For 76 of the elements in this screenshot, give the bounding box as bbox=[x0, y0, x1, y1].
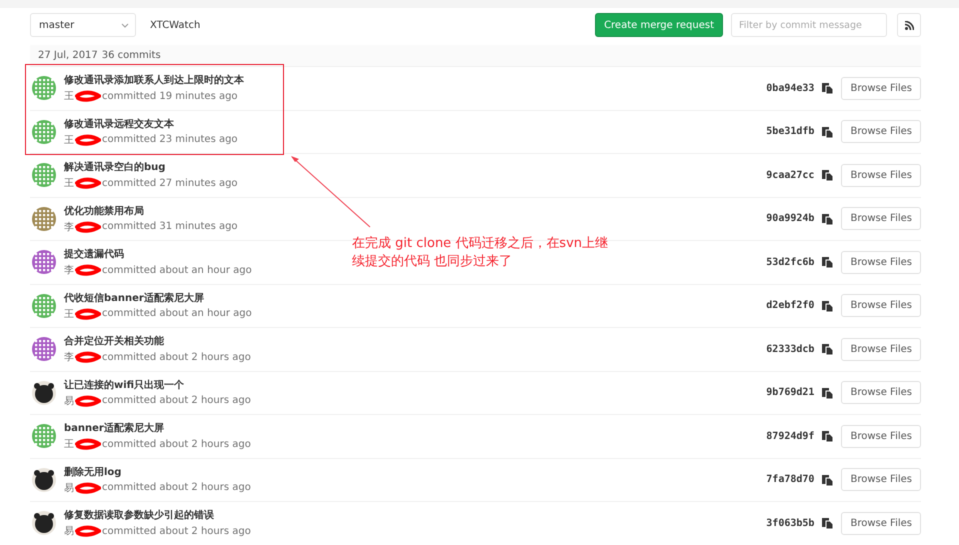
commit-title[interactable]: 解决通讯录空白的bug bbox=[64, 160, 166, 174]
browse-files-button[interactable]: Browse Files bbox=[841, 424, 921, 448]
commit-time: committed about 2 hours ago bbox=[102, 482, 251, 494]
author-name: 易 bbox=[64, 394, 74, 408]
browse-files-button[interactable]: Browse Files bbox=[841, 468, 921, 492]
copy-icon[interactable] bbox=[822, 474, 834, 486]
browse-files-button[interactable]: Browse Files bbox=[841, 338, 921, 361]
browse-files-button[interactable]: Browse Files bbox=[841, 250, 921, 274]
commit-count: 36 commits bbox=[102, 50, 161, 61]
commit-sha[interactable]: 9caa27cc bbox=[766, 170, 814, 181]
project-name: XTCWatch bbox=[150, 20, 202, 30]
commit-time: committed about an hour ago bbox=[102, 264, 252, 276]
copy-icon[interactable] bbox=[822, 169, 834, 182]
commit-time: committed 27 minutes ago bbox=[102, 178, 238, 189]
commit-title[interactable]: banner适配索尼大屏 bbox=[64, 421, 164, 436]
copy-icon[interactable] bbox=[822, 256, 834, 268]
browse-files-button[interactable]: Browse Files bbox=[841, 164, 921, 187]
browse-files-button[interactable]: Browse Files bbox=[841, 120, 921, 144]
author-name: 易 bbox=[64, 525, 74, 538]
author-name: 易 bbox=[64, 482, 74, 495]
copy-icon[interactable] bbox=[822, 343, 834, 356]
rss-button[interactable] bbox=[897, 13, 921, 37]
commit-time: committed about 2 hours ago bbox=[102, 352, 251, 363]
copy-icon[interactable] bbox=[822, 126, 834, 138]
browse-files-button[interactable]: Browse Files bbox=[841, 294, 921, 318]
browse-files-button[interactable]: Browse Files bbox=[841, 76, 921, 100]
copy-icon[interactable] bbox=[822, 212, 834, 225]
commit-title[interactable]: 删除无用log bbox=[64, 464, 122, 479]
author-name: 王 bbox=[64, 177, 74, 190]
annotation-note: 在完成 git clone 代码迁移之后，在svn上继续提交的代码 也同步过来了 bbox=[352, 235, 610, 271]
commit-time: committed 31 minutes ago bbox=[102, 221, 238, 232]
copy-icon[interactable] bbox=[822, 300, 834, 312]
commit-sha[interactable]: 62333dcb bbox=[766, 344, 814, 355]
filter-field[interactable]: Filter by commit message bbox=[731, 13, 887, 37]
commit-time: committed about an hour ago bbox=[102, 308, 252, 320]
author-name: 李 bbox=[64, 220, 74, 234]
author-name: 李 bbox=[64, 350, 74, 364]
commit-sha[interactable]: 90a9924b bbox=[766, 213, 814, 224]
author-name: 王 bbox=[64, 308, 74, 321]
author-name: 李 bbox=[64, 264, 74, 278]
commit-sha[interactable]: 0ba94e33 bbox=[766, 82, 814, 94]
commit-title[interactable]: 修改通讯录添加联系人到达上限时的文本 bbox=[64, 73, 244, 88]
commit-title[interactable]: 让已连接的wifi只出现一个 bbox=[64, 378, 184, 392]
browse-files-button[interactable]: Browse Files bbox=[841, 381, 921, 404]
branch-name: master bbox=[39, 20, 74, 30]
commit-title[interactable]: 合并定位开关相关功能 bbox=[64, 334, 164, 348]
commit-sha[interactable]: 87924d9f bbox=[766, 430, 814, 442]
commit-time: committed about 2 hours ago bbox=[102, 395, 251, 406]
commit-sha[interactable]: 3f063b5b bbox=[766, 518, 814, 529]
copy-icon[interactable] bbox=[822, 430, 834, 442]
commit-time: committed about 2 hours ago bbox=[102, 438, 251, 450]
commit-title[interactable]: 提交遗漏代码 bbox=[64, 247, 124, 262]
commit-sha[interactable]: d2ebf2f0 bbox=[766, 300, 814, 312]
browse-files-button[interactable]: Browse Files bbox=[841, 512, 921, 535]
chevron-down-icon bbox=[121, 22, 129, 28]
author-name: 王 bbox=[64, 134, 74, 147]
commit-sha[interactable]: 7fa78d70 bbox=[766, 474, 814, 486]
commit-time: committed 23 minutes ago bbox=[102, 134, 238, 146]
commit-sha[interactable]: 5be31dfb bbox=[766, 126, 814, 138]
commit-title[interactable]: 修复数据读取参数缺少引起的错误 bbox=[64, 508, 214, 522]
copy-icon[interactable] bbox=[822, 386, 834, 399]
copy-icon[interactable] bbox=[822, 517, 834, 530]
commit-sha[interactable]: 53d2fc6b bbox=[766, 256, 814, 268]
commit-title[interactable]: 优化功能禁用布局 bbox=[64, 204, 144, 218]
branch-dropdown[interactable]: master bbox=[30, 13, 136, 37]
commit-time: committed about 2 hours ago bbox=[102, 526, 251, 537]
commit-date: 27 Jul, 2017 bbox=[38, 50, 98, 61]
commit-title[interactable]: 修改通讯录远程交友文本 bbox=[64, 116, 174, 131]
author-name: 王 bbox=[64, 90, 74, 104]
commit-sha[interactable]: 9b769d21 bbox=[766, 387, 814, 398]
commit-title[interactable]: 代收短信banner适配索尼大屏 bbox=[64, 290, 204, 305]
rss-icon bbox=[904, 20, 914, 30]
author-name: 王 bbox=[64, 438, 74, 452]
commit-time: committed 19 minutes ago bbox=[102, 90, 238, 102]
browse-files-button[interactable]: Browse Files bbox=[841, 207, 921, 230]
copy-icon[interactable] bbox=[822, 82, 834, 94]
